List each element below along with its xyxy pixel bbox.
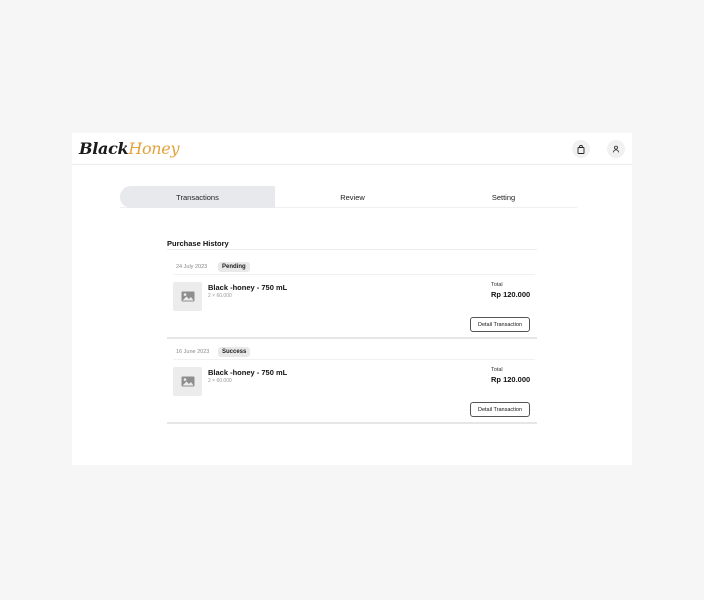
tab-transactions[interactable]: Transactions xyxy=(120,186,275,208)
purchase-history-title: Purchase History xyxy=(167,239,229,248)
brand-logo[interactable]: BlackHoney xyxy=(79,139,180,158)
brand-logo-part2: Honey xyxy=(128,139,180,158)
brand-logo-part1: Black xyxy=(79,139,129,158)
total-value: Rp 120.000 xyxy=(491,290,531,299)
account-tabs: Transactions Review Setting xyxy=(120,186,577,208)
cart-button[interactable] xyxy=(572,140,590,158)
order-card: 24 July 2023 Pending Black -honey - 750 … xyxy=(167,254,537,339)
order-date: 24 July 2023 xyxy=(176,264,208,270)
product-name: Black -honey - 750 mL xyxy=(208,283,288,292)
total-label: Total xyxy=(491,282,503,288)
profile-button[interactable] xyxy=(607,140,625,158)
product-thumbnail xyxy=(173,282,202,311)
product-name: Black -honey - 750 mL xyxy=(208,368,288,377)
shopping-bag-icon xyxy=(577,144,585,154)
order-divider xyxy=(173,359,535,360)
product-quantity: 2 × 60.000 xyxy=(208,378,232,384)
image-placeholder-icon xyxy=(181,376,194,387)
total-label: Total xyxy=(491,367,503,373)
total-value: Rp 120.000 xyxy=(491,375,531,384)
status-badge: Pending xyxy=(218,262,250,272)
tab-setting[interactable]: Setting xyxy=(430,186,577,208)
detail-transaction-button[interactable]: Detail Transaction xyxy=(470,402,530,417)
user-icon xyxy=(612,145,620,153)
order-card: 16 June 2023 Success Black -honey - 750 … xyxy=(167,339,537,424)
order-divider xyxy=(173,274,535,275)
main-card: BlackHoney Transactions Review Setting P… xyxy=(72,133,632,465)
order-date: 16 June 2023 xyxy=(176,349,210,355)
image-placeholder-icon xyxy=(181,291,194,302)
detail-transaction-button[interactable]: Detail Transaction xyxy=(470,317,530,332)
app-header: BlackHoney xyxy=(72,133,632,165)
title-divider xyxy=(167,249,537,250)
product-thumbnail xyxy=(173,367,202,396)
tab-review[interactable]: Review xyxy=(275,186,430,208)
status-badge: Success xyxy=(218,347,251,357)
product-quantity: 2 × 60.000 xyxy=(208,293,232,299)
